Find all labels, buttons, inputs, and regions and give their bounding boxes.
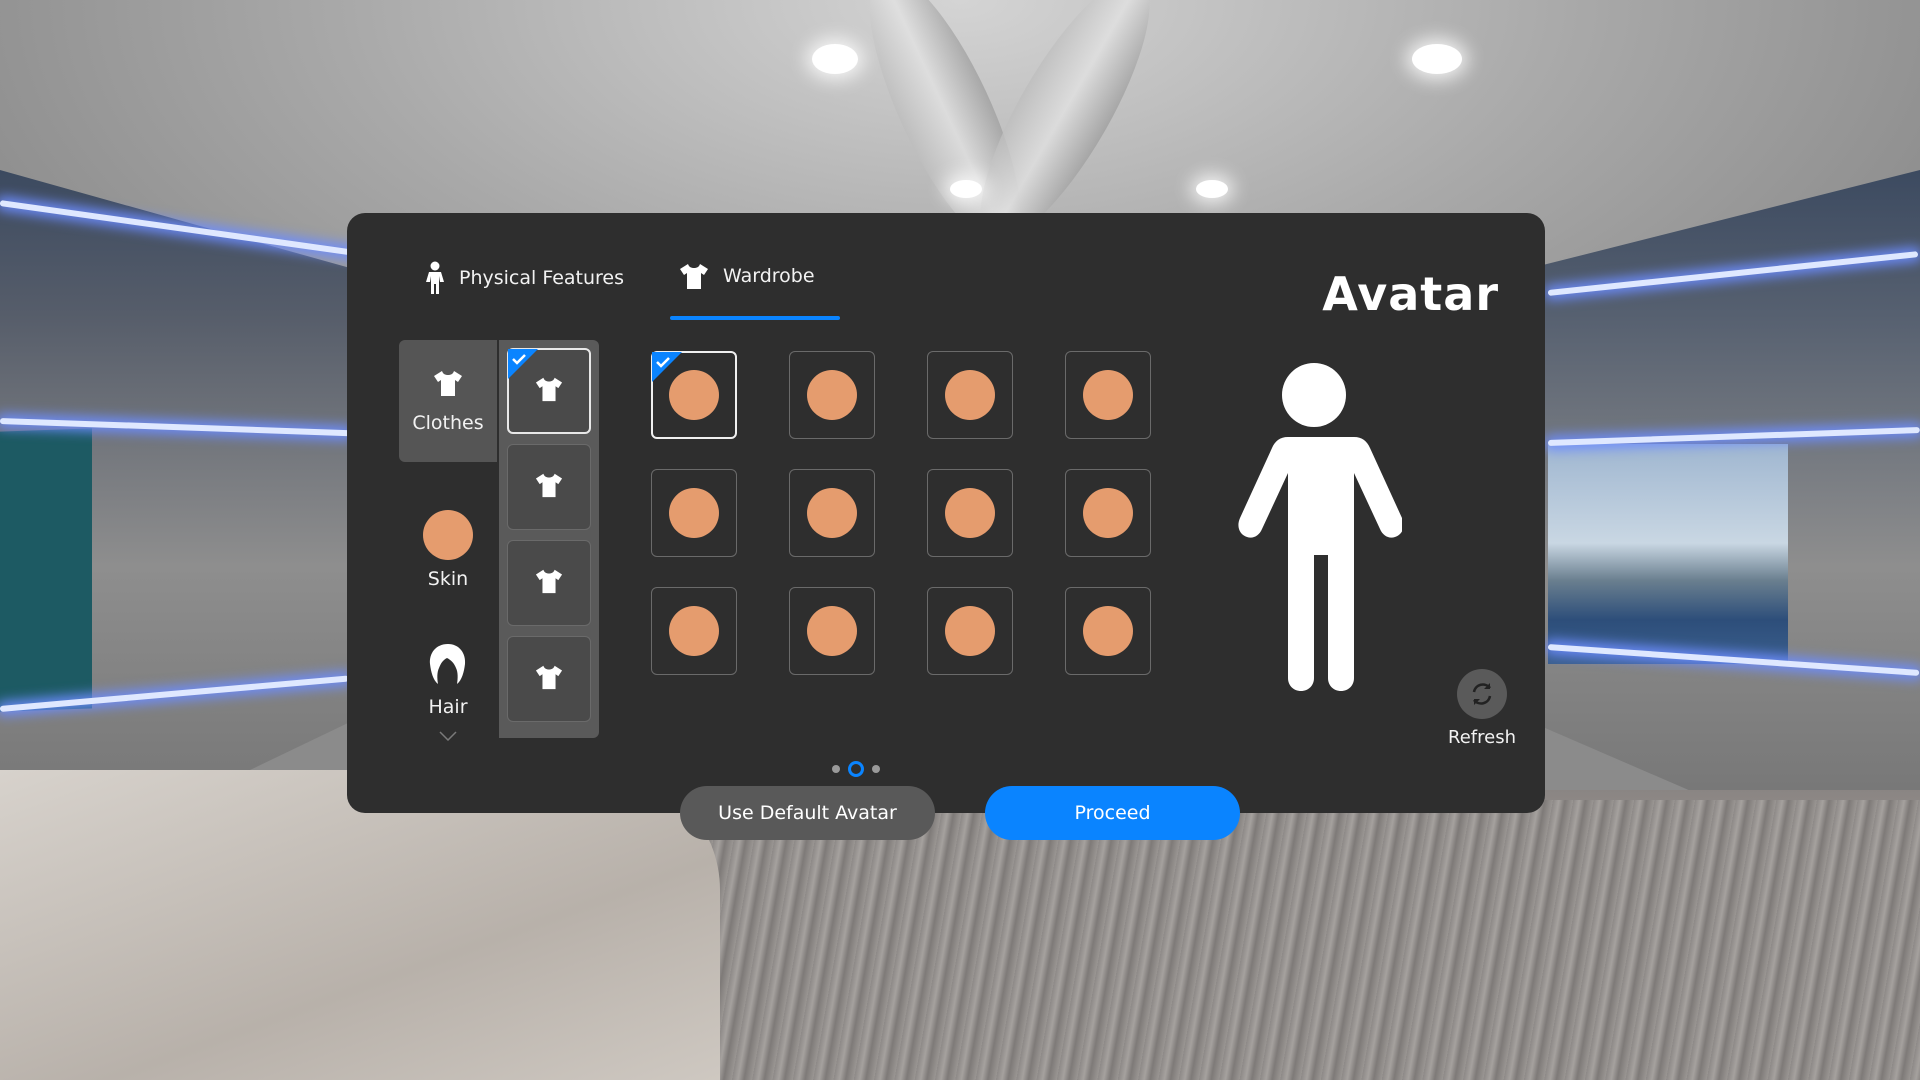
ceiling-light	[950, 180, 982, 198]
clothing-slot[interactable]	[507, 348, 591, 434]
refresh-button[interactable]: Refresh	[1437, 669, 1527, 748]
shirt-icon	[535, 663, 563, 695]
clothing-slot[interactable]	[507, 636, 591, 722]
right-poster	[1548, 444, 1788, 664]
skin-swatch	[807, 370, 857, 420]
shirt-icon	[535, 567, 563, 599]
skin-swatch	[945, 370, 995, 420]
marble-floor	[0, 770, 720, 1080]
skin-swatch	[945, 606, 995, 656]
category-list: Clothes Skin Hair	[399, 340, 497, 742]
category-clothes[interactable]: Clothes	[399, 340, 497, 462]
swatch-cell[interactable]	[789, 351, 875, 439]
refresh-icon	[1457, 669, 1507, 719]
shirt-icon	[535, 471, 563, 503]
swatch-cell[interactable]	[1065, 469, 1151, 557]
clothing-slot[interactable]	[507, 444, 591, 530]
avatar-preview-figure	[1226, 363, 1404, 697]
swatch-cell[interactable]	[789, 469, 875, 557]
clothing-slot-list	[499, 340, 599, 738]
swatch-cell[interactable]	[927, 469, 1013, 557]
proceed-button[interactable]: Proceed	[985, 786, 1240, 840]
category-label: Clothes	[412, 412, 484, 434]
skin-swatch	[807, 488, 857, 538]
clothing-slot[interactable]	[507, 540, 591, 626]
refresh-label: Refresh	[1448, 727, 1516, 748]
swatch-cell[interactable]	[651, 469, 737, 557]
page-title: Avatar	[1322, 267, 1499, 321]
page-dot[interactable]	[832, 765, 840, 773]
skin-swatch	[1083, 370, 1133, 420]
swatch-cell[interactable]	[789, 587, 875, 675]
wood-floor	[700, 800, 1920, 1080]
category-label: Skin	[427, 568, 469, 590]
category-hair[interactable]: Hair	[399, 642, 497, 718]
swatch-cell[interactable]	[927, 587, 1013, 675]
person-icon	[425, 261, 445, 295]
page-indicator	[832, 761, 880, 777]
use-default-avatar-button[interactable]: Use Default Avatar	[680, 786, 935, 840]
skin-swatch	[669, 488, 719, 538]
shirt-icon	[433, 368, 463, 402]
skin-swatch	[1083, 606, 1133, 656]
skin-swatch	[1083, 488, 1133, 538]
tab-wardrobe[interactable]: Wardrobe	[679, 261, 815, 291]
chevron-down-icon[interactable]	[439, 726, 457, 745]
hair-icon	[428, 642, 468, 690]
page-dot-active[interactable]	[848, 761, 864, 777]
swatch-cell[interactable]	[1065, 587, 1151, 675]
shirt-icon	[679, 261, 709, 291]
skin-swatch	[423, 510, 473, 560]
tab-label: Physical Features	[459, 267, 625, 289]
ceiling-light	[1412, 44, 1462, 74]
category-skin[interactable]: Skin	[399, 510, 497, 590]
page-dot[interactable]	[872, 765, 880, 773]
swatch-cell[interactable]	[927, 351, 1013, 439]
skin-swatch	[669, 606, 719, 656]
check-icon	[652, 352, 682, 382]
check-icon	[508, 349, 538, 379]
tab-physical-features[interactable]: Physical Features	[425, 261, 624, 295]
skin-swatch	[807, 606, 857, 656]
active-tab-indicator	[670, 316, 840, 320]
category-label: Hair	[428, 696, 468, 718]
swatch-cell[interactable]	[1065, 351, 1151, 439]
left-poster	[0, 428, 92, 712]
ceiling-light	[812, 44, 858, 74]
skin-swatch	[945, 488, 995, 538]
ceiling-light	[1196, 180, 1228, 198]
swatch-cell[interactable]	[651, 351, 737, 439]
swatch-cell[interactable]	[651, 587, 737, 675]
tab-label: Wardrobe	[723, 265, 815, 287]
avatar-panel: Physical Features Wardrobe Avatar Clothe…	[347, 213, 1545, 813]
